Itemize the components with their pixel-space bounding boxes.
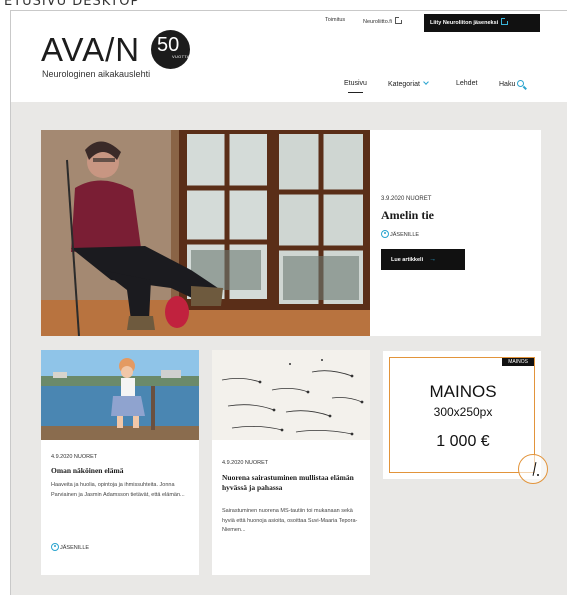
cursor-indicator-icon	[518, 454, 548, 484]
read-article-button[interactable]: Lue artikkeli →	[381, 249, 465, 270]
ad-title: MAINOS	[429, 382, 497, 401]
article-title[interactable]: Amelin tie	[381, 208, 434, 223]
site-tagline: Neurologinen aikakauslehti	[42, 69, 151, 79]
nav-label: Etusivu	[344, 80, 367, 87]
join-button-label: Liity Neuroliiton jäseneksi	[430, 20, 499, 26]
article-excerpt: Haaveita ja huolia, opintoja ja ihmissuh…	[51, 482, 185, 498]
arrow-right-icon: →	[429, 256, 437, 263]
util-link-label: Toimitus	[325, 17, 346, 23]
ad-label-tag: MAINOS	[502, 358, 534, 366]
members-label: JÄSENILLE	[390, 232, 420, 238]
article-card[interactable]: 4.9.2020 NUORET Oman näköinen elämä Haav…	[41, 350, 199, 575]
card-image[interactable]	[41, 350, 199, 440]
article-card[interactable]: 4.9.2020 NUORET Nuorena sairastuminen mu…	[212, 350, 370, 575]
search-icon	[517, 80, 525, 87]
ad-placeholder[interactable]: MAINOS MAINOS 300x250px 1 000 €	[389, 357, 535, 473]
nav-label: Haku	[499, 81, 516, 88]
members-only-badge: JÄSENILLE	[381, 230, 419, 238]
external-link-icon	[395, 16, 404, 24]
join-membership-button[interactable]: Liity Neuroliiton jäseneksi	[424, 14, 540, 32]
ad-size: 300x250px	[433, 405, 493, 419]
util-link-label: Neuroliitto.fi	[363, 19, 393, 25]
members-only-badge: JÄSENILLE	[51, 543, 89, 551]
article-meta: 4.9.2020 NUORET	[222, 460, 269, 466]
article-title[interactable]: Nuorena sairastuminen mullistaa elämän h…	[222, 473, 362, 492]
hero-image[interactable]	[41, 130, 370, 336]
read-button-label: Lue artikkeli	[391, 257, 424, 263]
article-title[interactable]: Oman näköinen elämä	[51, 466, 191, 476]
nav-label: Lehdet	[456, 80, 478, 87]
util-link-toimitus[interactable]: Toimitus	[325, 17, 345, 23]
member-icon	[51, 543, 59, 551]
util-link-neuroliitto[interactable]: Neuroliitto.fi	[363, 16, 404, 25]
browser-frame: AVA/N 50 VUOTTA Neurologinen aikakausleh…	[10, 10, 567, 595]
article-meta: 4.9.2020 NUORET	[51, 454, 98, 460]
external-link-icon	[501, 17, 510, 25]
hero-article[interactable]: 3.9.2020 NUORET Amelin tie JÄSENILLE Lue…	[41, 130, 541, 336]
site-logo[interactable]: AVA/N	[41, 31, 140, 69]
nav-lehdet[interactable]: Lehdet	[456, 80, 477, 87]
article-meta: 3.9.2020 NUORET	[381, 196, 432, 202]
article-excerpt: Sairastuminen nuorena MS-tautiin toi muk…	[222, 508, 358, 533]
ad-price: 1 000 €	[436, 433, 490, 450]
badge-subtext: VUOTTA	[172, 54, 190, 59]
chevron-down-icon	[423, 79, 429, 85]
nav-etusivu[interactable]: Etusivu	[344, 80, 367, 93]
nav-label: Kategoriat	[388, 81, 420, 88]
page-caption: ETUSIVU DESKTOP	[4, 0, 140, 9]
card-image[interactable]	[212, 350, 370, 440]
anniversary-badge: 50 VUOTTA	[151, 30, 190, 69]
nav-kategoriat[interactable]: Kategoriat	[388, 79, 429, 88]
member-icon	[381, 230, 389, 238]
site-header: AVA/N 50 VUOTTA Neurologinen aikakausleh…	[11, 11, 567, 102]
ad-slot[interactable]: MAINOS MAINOS 300x250px 1 000 €	[383, 351, 548, 484]
members-label: JÄSENILLE	[60, 545, 90, 551]
nav-haku[interactable]: Haku	[499, 80, 525, 88]
